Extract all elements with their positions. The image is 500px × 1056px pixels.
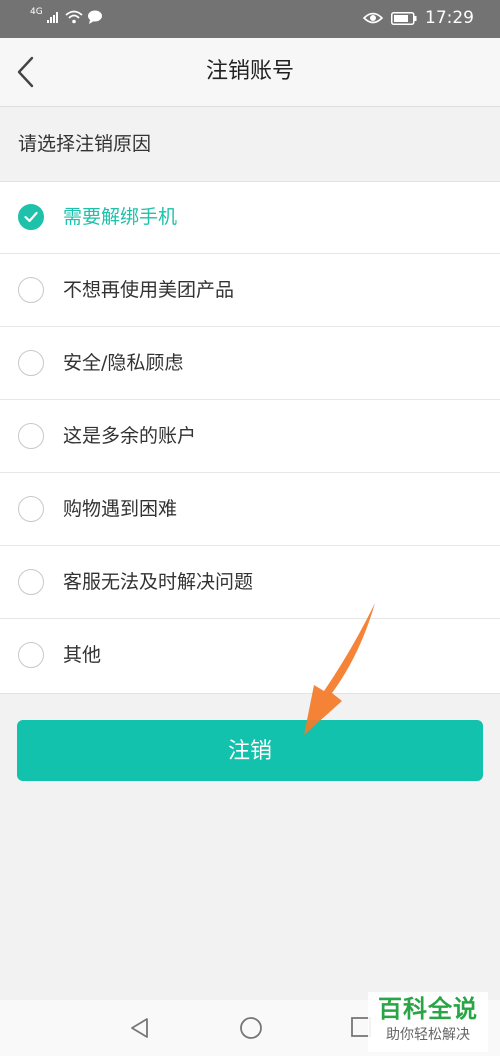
- reason-label: 这是多余的账户: [63, 425, 197, 447]
- wifi-icon: [65, 10, 83, 24]
- watermark: 百科全说 助你轻松解决: [368, 992, 488, 1052]
- nav-bar: 注销账号: [0, 38, 500, 107]
- reason-item-customer-service[interactable]: 客服无法及时解决问题: [0, 547, 500, 619]
- cancel-account-button[interactable]: 注销: [17, 720, 483, 781]
- radio-unchecked[interactable]: [18, 569, 44, 595]
- radio-unchecked[interactable]: [18, 277, 44, 303]
- reason-label: 不想再使用美团产品: [63, 279, 235, 301]
- reason-item-unbind-phone[interactable]: 需要解绑手机: [0, 182, 500, 254]
- eye-icon: [363, 12, 383, 24]
- radio-unchecked[interactable]: [18, 423, 44, 449]
- reason-item-shopping-difficulty[interactable]: 购物遇到困难: [0, 474, 500, 546]
- network-type: 4G: [30, 7, 43, 17]
- check-icon: [24, 211, 38, 223]
- reason-label: 购物遇到困难: [63, 498, 178, 520]
- reason-item-other[interactable]: 其他: [0, 620, 500, 692]
- annotation-arrow-icon: [304, 603, 375, 735]
- radio-checked[interactable]: [18, 204, 44, 230]
- radio-unchecked[interactable]: [18, 642, 44, 668]
- section-header: 请选择注销原因: [0, 107, 500, 181]
- reason-list: 需要解绑手机 不想再使用美团产品 安全/隐私顾虑 这是多余的账户 购物遇到困难 …: [0, 181, 500, 694]
- reason-label: 需要解绑手机: [63, 206, 178, 228]
- status-bar: 4G 17:29: [0, 0, 500, 38]
- signal-icon: [46, 12, 58, 23]
- reason-label: 安全/隐私顾虑: [63, 352, 184, 374]
- reason-item-redundant-account[interactable]: 这是多余的账户: [0, 401, 500, 473]
- page-title: 注销账号: [205, 59, 294, 84]
- reason-item-privacy[interactable]: 安全/隐私顾虑: [0, 328, 500, 400]
- circle-home-icon[interactable]: [239, 1016, 263, 1040]
- reason-label: 客服无法及时解决问题: [63, 571, 254, 593]
- reason-label: 其他: [63, 644, 102, 666]
- watermark-title: 百科全说: [378, 995, 478, 1023]
- message-icon: [87, 10, 102, 24]
- watermark-subtitle: 助你轻松解决: [386, 1027, 470, 1043]
- battery-icon: [391, 11, 417, 25]
- radio-unchecked[interactable]: [18, 496, 44, 522]
- reason-item-no-longer-use[interactable]: 不想再使用美团产品: [0, 255, 500, 327]
- section-title: 请选择注销原因: [18, 133, 152, 155]
- clock: 17:29: [425, 8, 474, 28]
- radio-unchecked[interactable]: [18, 350, 44, 376]
- triangle-back-icon[interactable]: [128, 1016, 150, 1040]
